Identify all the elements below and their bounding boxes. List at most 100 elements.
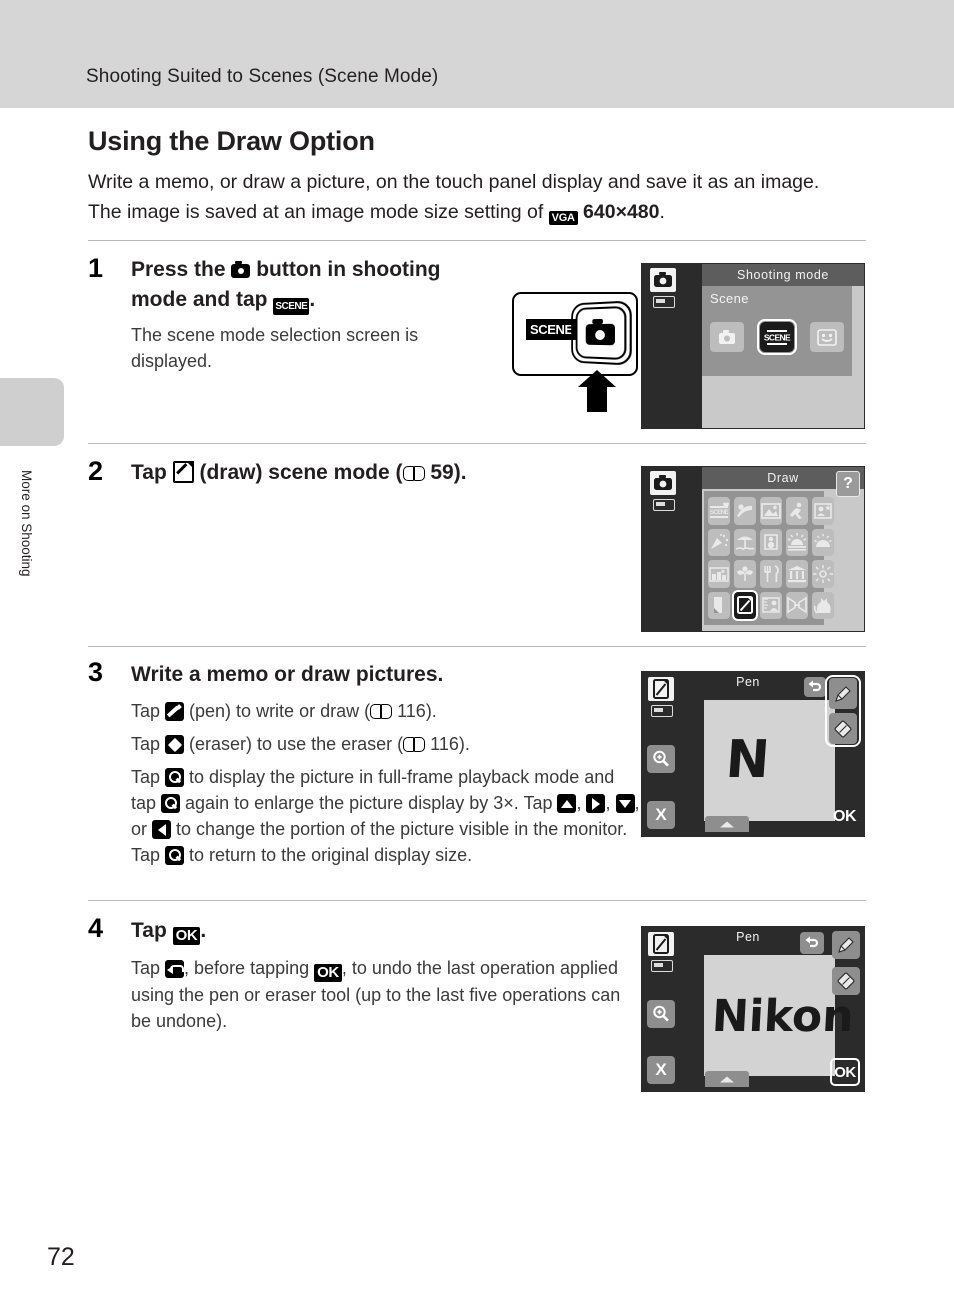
step-2-heading: Tap (draw) scene mode ( 59). <box>131 458 561 488</box>
draw-scene-icon[interactable] <box>732 589 758 621</box>
pen-tool-button-1[interactable] <box>829 678 857 709</box>
screen-3-title: Pen <box>736 675 760 689</box>
undo-button-2[interactable] <box>800 932 824 954</box>
tool-group-highlight-1 <box>825 675 861 747</box>
divider-2 <box>88 443 866 444</box>
pen-icon-1 <box>835 685 851 702</box>
screen-1-title: Shooting mode <box>702 264 864 286</box>
fireworks-icon[interactable] <box>812 560 834 588</box>
zoom-in-icon <box>165 768 185 787</box>
pen-icon-2 <box>838 937 854 953</box>
drawing-canvas-2[interactable]: Nikon <box>704 955 855 1076</box>
camera-button-icon <box>585 323 615 346</box>
zoom-in-icon-2 <box>161 794 181 813</box>
mode-cell-auto[interactable] <box>710 322 744 352</box>
eraser-tool-button-1[interactable] <box>829 713 857 744</box>
landscape-icon[interactable] <box>760 497 782 525</box>
pen-tool-button-2[interactable] <box>832 931 860 959</box>
book-icon-pen <box>370 704 393 719</box>
camera-button-illustration: SCENE <box>512 292 638 376</box>
zoom-button-1[interactable] <box>647 745 675 773</box>
screen-draw-scene-menu: Draw ? SCENE <box>641 466 865 632</box>
screen-pen-2: Pen Nikon X OK <box>641 926 865 1092</box>
sunset-icon[interactable] <box>786 528 808 556</box>
screen-1-panel: Scene SCENE <box>702 286 852 376</box>
intro-period: . <box>659 201 665 223</box>
pull-tab-2[interactable] <box>705 1071 749 1087</box>
eraser-icon <box>165 735 185 754</box>
section-thumb-tab <box>0 378 64 446</box>
divider-1 <box>88 240 866 241</box>
pull-tab-1[interactable] <box>705 816 749 832</box>
zoom-factor: 3× <box>493 793 514 813</box>
undo-icon <box>165 960 185 978</box>
book-icon <box>402 466 425 481</box>
camera-glyph-2 <box>654 475 672 490</box>
eraser-tool-button-2[interactable] <box>832 967 860 995</box>
auto-mode-icon <box>719 330 735 344</box>
step-1-number: 1 <box>88 253 104 283</box>
portrait-icon[interactable] <box>734 497 756 525</box>
step-4-body: Tap , before tapping OK, to undo the las… <box>131 955 631 1034</box>
zoom-button-2[interactable] <box>647 1000 675 1028</box>
camera-icon <box>231 261 251 278</box>
screen-1-panel-label: Scene <box>710 291 749 306</box>
panorama-icon[interactable] <box>786 591 808 619</box>
step-2-number: 2 <box>88 456 104 486</box>
battery-icon-4 <box>651 960 673 972</box>
undo-icon-1 <box>808 680 822 692</box>
smart-portrait-icon <box>817 329 837 346</box>
night-landscape-icon[interactable] <box>708 560 730 588</box>
step-1-text-3: . <box>309 288 316 311</box>
cancel-button-1[interactable]: X <box>647 801 675 829</box>
help-button[interactable]: ? <box>836 471 860 497</box>
scene-mode-icon: SCENE <box>764 330 792 345</box>
step-3-heading: Write a memo or draw pictures. <box>131 663 444 686</box>
copy-icon[interactable] <box>708 591 730 619</box>
night-portrait-icon[interactable] <box>812 497 834 525</box>
eraser-page-ref: 116 <box>430 734 459 754</box>
step-3-line-1: Tap (pen) to write or draw ( 116). <box>131 701 437 721</box>
scene-mode-grid: SCENE <box>704 491 834 625</box>
step-4-text-2: . <box>200 919 207 942</box>
eraser-icon-1 <box>834 720 852 737</box>
ok-button-2[interactable]: OK <box>830 1058 860 1086</box>
close-up-icon[interactable] <box>734 560 756 588</box>
beach-icon[interactable] <box>734 528 756 556</box>
snow-icon[interactable] <box>760 528 782 556</box>
press-arrow-up-icon <box>578 370 616 412</box>
party-indoor-icon[interactable] <box>708 528 730 556</box>
arrow-left-icon <box>152 820 172 839</box>
food-icon[interactable] <box>760 560 782 588</box>
pet-portrait-icon[interactable] <box>812 591 834 619</box>
step-1-heading: Press the button in shooting mode and ta… <box>131 255 491 315</box>
chevron-up-icon-2 <box>720 1076 734 1082</box>
ok-button-1[interactable]: OK <box>833 808 857 826</box>
step-4-body-2: , before tapping <box>184 958 315 978</box>
mode-camera-icon-2 <box>650 471 676 495</box>
step-4-body-1: Tap <box>131 958 166 978</box>
dusk-dawn-icon[interactable] <box>812 528 834 556</box>
backlight-icon[interactable] <box>760 591 782 619</box>
svg-text:SCENE: SCENE <box>764 333 791 343</box>
screen-4-title: Pen <box>736 930 760 944</box>
arrow-up-icon <box>557 794 577 813</box>
canvas-handwriting-2: Nikon <box>710 991 855 1042</box>
mode-selector-row: SCENE <box>702 319 852 355</box>
drawing-canvas-1[interactable]: N <box>704 700 835 821</box>
mode-cell-scene[interactable]: SCENE <box>757 319 797 355</box>
image-size-value: 640×480 <box>583 201 660 223</box>
running-header-band <box>0 0 954 108</box>
draw-mode-glyph <box>653 679 669 699</box>
sports-icon[interactable] <box>786 497 808 525</box>
cancel-button-2[interactable]: X <box>647 1056 675 1084</box>
undo-button-1[interactable] <box>804 677 826 697</box>
page-number: 72 <box>47 1243 75 1271</box>
scene-auto-icon[interactable]: SCENE <box>708 497 730 525</box>
divider-3 <box>88 646 866 647</box>
step-1-text-1: Press the <box>131 258 232 281</box>
museum-icon[interactable] <box>786 560 808 588</box>
mode-cell-smart-portrait[interactable] <box>810 322 844 352</box>
screen-1-left-column <box>642 264 702 428</box>
step-4-number: 4 <box>88 913 104 943</box>
